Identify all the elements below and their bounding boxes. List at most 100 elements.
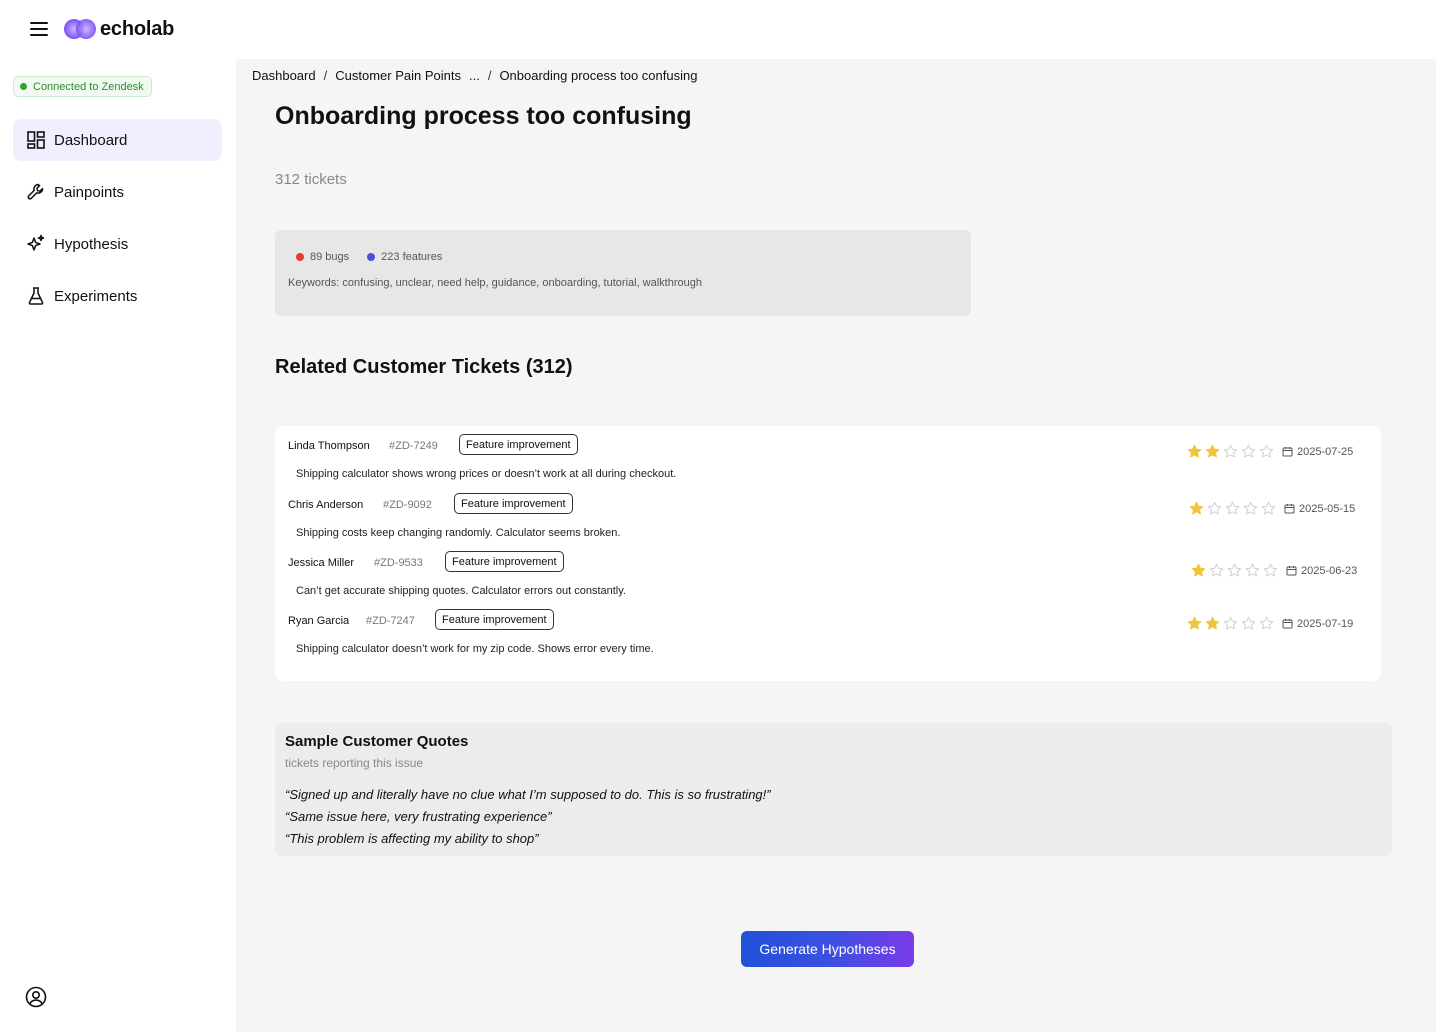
calendar-icon: [1282, 447, 1293, 457]
ticket-description: Shipping calculator shows wrong prices o…: [296, 468, 677, 480]
star-filled-icon: [1187, 444, 1202, 458]
rating-stars: [1187, 616, 1274, 631]
rating-stars: [1187, 444, 1274, 459]
customer-quote: “Same issue here, very frustrating exper…: [285, 809, 552, 824]
star-empty-icon: [1225, 501, 1240, 515]
summary-card: 89 bugs 223 features Keywords: confusing…: [275, 230, 971, 316]
star-empty-icon: [1209, 563, 1224, 577]
sidebar-item-hypothesis[interactable]: Hypothesis: [13, 223, 222, 265]
calendar-icon: [1284, 504, 1295, 514]
ticket-meta: 2025-06-23: [1191, 563, 1357, 578]
sidebar-item-dashboard[interactable]: Dashboard: [13, 119, 222, 161]
breadcrumb-ellipsis[interactable]: ...: [469, 68, 480, 83]
calendar-icon: [1282, 619, 1293, 629]
dashboard-icon: [26, 130, 46, 150]
features-count: 223 features: [381, 251, 443, 263]
breadcrumb-current: Onboarding process too confusing: [499, 68, 698, 83]
ticket-meta: 2025-07-19: [1187, 616, 1353, 631]
quotes-subtitle: tickets reporting this issue: [285, 756, 424, 770]
ticket-date-text: 2025-05-15: [1299, 502, 1356, 515]
rating-stars: [1189, 501, 1276, 516]
sidebar: Connected to Zendesk Dashboard Painpoint…: [0, 59, 236, 1032]
ticket-date-text: 2025-07-19: [1297, 617, 1354, 630]
ticket-tag[interactable]: Feature improvement: [454, 493, 573, 514]
ticket-tag[interactable]: Feature improvement: [435, 609, 554, 630]
menu-icon[interactable]: [29, 19, 49, 39]
connection-badge: Connected to Zendesk: [13, 76, 152, 97]
ticket-id[interactable]: #ZD-9092: [383, 499, 432, 511]
ticket-date: 2025-07-19: [1282, 618, 1353, 630]
breadcrumb-separator: /: [323, 68, 328, 83]
star-filled-icon: [1187, 616, 1202, 630]
ticket-meta: 2025-07-25: [1187, 444, 1353, 459]
ticket-customer-name: Ryan Garcia: [288, 615, 350, 627]
sidebar-item-label: Dashboard: [54, 131, 128, 149]
star-empty-icon: [1241, 444, 1256, 458]
generate-hypotheses-button[interactable]: Generate Hypotheses: [741, 931, 914, 967]
sidebar-item-experiments[interactable]: Experiments: [13, 275, 222, 317]
sidebar-nav: Dashboard Painpoints Hypothesis Experime…: [13, 119, 222, 327]
sample-quotes-card: Sample Customer Quotes tickets reporting…: [275, 723, 1392, 856]
ticket-count: 312 tickets: [275, 171, 347, 188]
ticket-row[interactable]: Jessica Miller #ZD-9533 Feature improvem…: [275, 551, 1381, 613]
ticket-tag[interactable]: Feature improvement: [445, 551, 564, 572]
sidebar-item-painpoints[interactable]: Painpoints: [13, 171, 222, 213]
breadcrumb-separator: /: [487, 68, 492, 83]
ticket-id[interactable]: #ZD-9533: [374, 557, 423, 569]
star-filled-icon: [1189, 501, 1204, 515]
logo-icon: [64, 19, 96, 39]
keywords: Keywords: confusing, unclear, need help,…: [288, 277, 702, 289]
bugs-count: 89 bugs: [310, 251, 350, 263]
ticket-date-text: 2025-06-23: [1301, 564, 1358, 577]
star-empty-icon: [1223, 444, 1238, 458]
star-filled-icon: [1191, 563, 1206, 577]
star-filled-icon: [1205, 616, 1220, 630]
ticket-date: 2025-07-25: [1282, 446, 1353, 458]
star-empty-icon: [1227, 563, 1242, 577]
app-name: echolab: [100, 17, 175, 40]
breadcrumb-dashboard[interactable]: Dashboard: [252, 68, 316, 83]
sparkle-icon: [26, 234, 46, 254]
ticket-customer-name: Chris Anderson: [288, 499, 364, 511]
top-bar: echolab: [0, 0, 1436, 59]
features-stat: 223 features: [367, 251, 442, 263]
ticket-customer-name: Linda Thompson: [288, 440, 370, 452]
wrench-icon: [26, 182, 46, 202]
status-dot-icon: [20, 83, 27, 90]
bugs-stat: 89 bugs: [296, 251, 349, 263]
star-empty-icon: [1241, 616, 1256, 630]
breadcrumb-customer-pain-points[interactable]: Customer Pain Points: [335, 68, 461, 83]
star-empty-icon: [1207, 501, 1222, 515]
customer-quote: “This problem is affecting my ability to…: [285, 831, 539, 846]
ticket-date: 2025-06-23: [1286, 565, 1357, 577]
ticket-tag[interactable]: Feature improvement: [459, 434, 578, 455]
star-empty-icon: [1223, 616, 1238, 630]
ticket-date: 2025-05-15: [1284, 503, 1355, 515]
star-empty-icon: [1245, 563, 1260, 577]
flask-icon: [26, 286, 46, 306]
ticket-row[interactable]: Chris Anderson #ZD-9092 Feature improvem…: [275, 493, 1381, 555]
sidebar-item-label: Hypothesis: [54, 235, 129, 253]
sidebar-item-label: Painpoints: [54, 183, 125, 201]
app-logo[interactable]: echolab: [63, 17, 174, 41]
connection-status: Connected to Zendesk: [33, 80, 144, 93]
ticket-row[interactable]: Linda Thompson #ZD-7249 Feature improvem…: [275, 434, 1381, 496]
ticket-date-text: 2025-07-25: [1297, 445, 1354, 458]
ticket-row[interactable]: Ryan Garcia #ZD-7247 Feature improvement…: [275, 609, 1381, 671]
ticket-id[interactable]: #ZD-7249: [389, 440, 438, 452]
calendar-icon: [1286, 566, 1297, 576]
page-title: Onboarding process too confusing: [275, 102, 692, 130]
star-filled-icon: [1205, 444, 1220, 458]
ticket-customer-name: Jessica Miller: [288, 557, 355, 569]
sidebar-item-label: Experiments: [54, 287, 138, 305]
star-empty-icon: [1261, 501, 1276, 515]
tickets-list: Linda Thompson #ZD-7249 Feature improvem…: [275, 426, 1381, 681]
user-account-icon[interactable]: [25, 986, 47, 1008]
ticket-description: Shipping costs keep changing randomly. C…: [296, 527, 621, 539]
ticket-id[interactable]: #ZD-7247: [366, 615, 415, 627]
tickets-section-title: Related Customer Tickets (312): [275, 356, 573, 378]
star-empty-icon: [1243, 501, 1258, 515]
summary-stats: 89 bugs 223 features: [296, 251, 442, 263]
customer-quote: “Signed up and literally have no clue wh…: [285, 787, 771, 802]
breadcrumb: Dashboard / Customer Pain Points ... / O…: [252, 68, 697, 83]
